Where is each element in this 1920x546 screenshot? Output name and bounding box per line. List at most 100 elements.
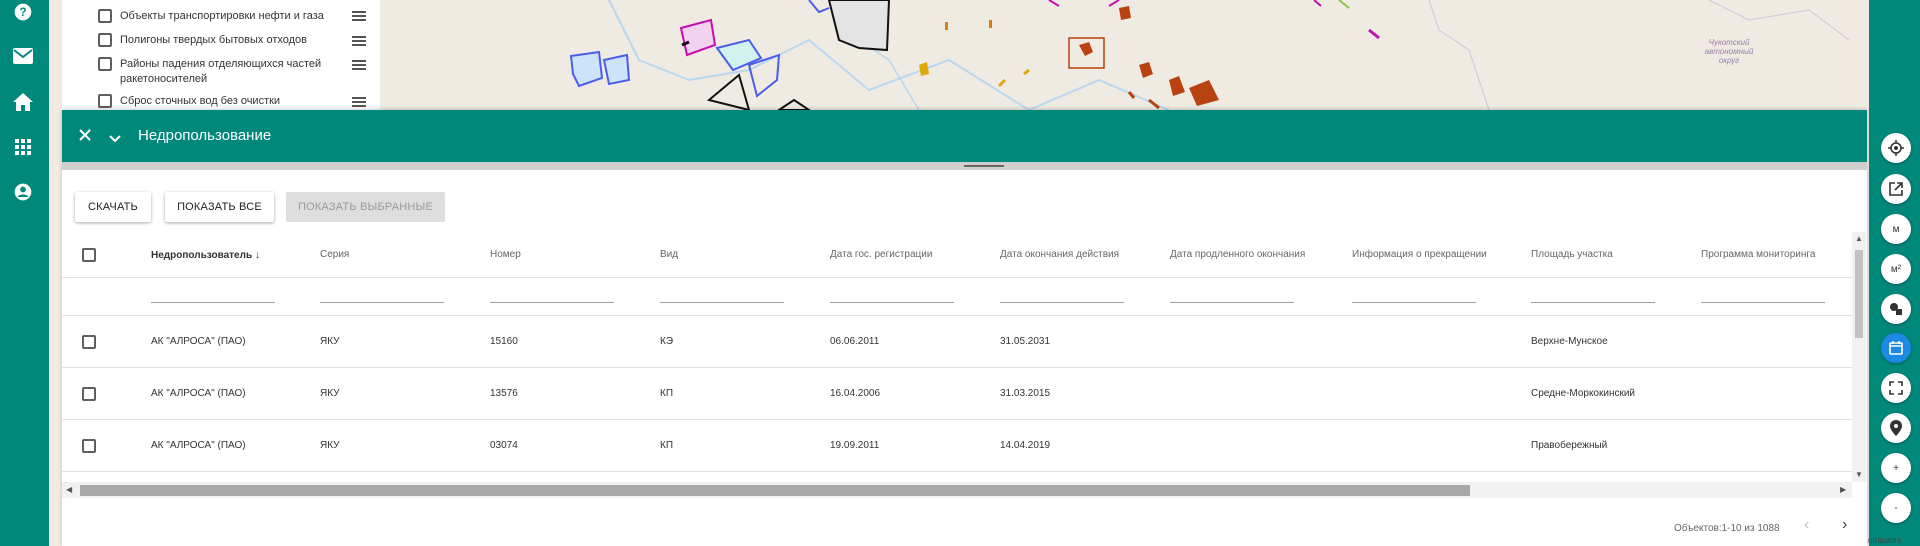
table-row[interactable]: АК "АЛРОСА" (ПАО) ЯКУ 13576 КП 16.04.200…	[62, 368, 1852, 420]
cell-type: КЭ	[660, 336, 674, 347]
cell-subsoil-user: АК "АЛРОСА" (ПАО)	[151, 388, 246, 399]
cell-series: ЯКУ	[320, 440, 340, 451]
cell-subsoil-user: АК "АЛРОСА" (ПАО)	[151, 336, 246, 347]
location-pin-icon[interactable]	[1881, 413, 1911, 443]
mail-icon[interactable]	[11, 44, 35, 68]
table-row[interactable]: АК "АЛРОСА" (ПАО) ЯКУ 03074 КП 19.09.201…	[62, 420, 1852, 472]
calendar-icon[interactable]	[1881, 333, 1911, 363]
horizontal-scrollbar[interactable]: ◀ ▶	[62, 482, 1852, 498]
shapes-icon[interactable]	[1881, 294, 1911, 324]
cell-registration-date: 06.06.2011	[830, 336, 880, 347]
cell-number: 13576	[490, 388, 518, 399]
column-header-termination-info[interactable]: Информация о прекращении	[1352, 249, 1487, 260]
next-page-button[interactable]: ›	[1842, 516, 1847, 534]
layer-item[interactable]: Районы падения отделяющихся частей ракет…	[98, 57, 340, 87]
distance-label: м	[1892, 223, 1900, 235]
cell-series: ЯКУ	[320, 388, 340, 399]
measure-area-button[interactable]: м²	[1881, 254, 1911, 284]
filter-input[interactable]	[1701, 302, 1825, 303]
area-label: м²	[1890, 263, 1902, 275]
open-external-icon[interactable]	[1881, 174, 1911, 204]
filter-input[interactable]	[320, 302, 444, 303]
table-row[interactable]: АК "АЛРОСА" (ПАО) ЯКУ 15160 КЭ 06.06.201…	[62, 316, 1852, 368]
layer-checkbox[interactable]	[98, 33, 112, 47]
svg-text:?: ?	[19, 6, 26, 19]
home-icon[interactable]	[11, 90, 35, 114]
filter-input[interactable]	[490, 302, 614, 303]
zoom-in-button[interactable]: +	[1881, 453, 1911, 483]
column-header-end-date[interactable]: Дата окончания действия	[1000, 249, 1119, 260]
help-icon[interactable]: ?	[11, 0, 35, 24]
layer-checkbox[interactable]	[98, 9, 112, 23]
show-selected-button: ПОКАЗАТЬ ВЫБРАННЫЕ	[286, 192, 445, 222]
filter-input[interactable]	[1170, 302, 1294, 303]
measure-distance-button[interactable]: м	[1881, 214, 1911, 244]
cell-registration-date: 19.09.2011	[830, 440, 880, 451]
column-header-label: Недропользователь	[151, 250, 253, 261]
close-icon[interactable]	[78, 128, 94, 144]
column-header-type[interactable]: Вид	[660, 249, 678, 260]
pagination-info: Объектов:1-10 из 1088	[1674, 523, 1780, 534]
layer-label: Объекты транспортировки нефти и газа	[120, 10, 324, 22]
drag-handle-icon[interactable]	[352, 60, 366, 70]
layer-item[interactable]: Объекты транспортировки нефти и газа	[98, 9, 340, 24]
chevron-down-icon[interactable]	[109, 130, 123, 143]
cell-end-date: 31.03.2015	[1000, 388, 1051, 399]
layer-label: Районы падения отделяющихся частей ракет…	[120, 58, 322, 85]
cell-type: КП	[660, 440, 674, 451]
layer-label: Сброс сточных вод без очистки	[120, 95, 281, 107]
filter-row	[62, 278, 1852, 316]
layer-checkbox[interactable]	[98, 94, 112, 108]
drag-handle-icon[interactable]	[352, 36, 366, 46]
apps-grid-icon[interactable]	[11, 135, 35, 159]
cell-end-date: 14.04.2019	[1000, 440, 1051, 451]
horizontal-scroll-thumb[interactable]	[80, 485, 1470, 496]
layer-checkbox[interactable]	[98, 57, 112, 71]
drag-handle-icon[interactable]	[352, 11, 366, 21]
vertical-scroll-thumb[interactable]	[1855, 250, 1863, 338]
panel-resize-handle[interactable]	[62, 162, 1867, 170]
layers-panel: Объекты транспортировки нефти и газа Пол…	[62, 0, 380, 110]
sort-arrow-icon[interactable]: ↓	[255, 249, 261, 261]
column-header-monitoring-program[interactable]: Программа мониторинга	[1701, 249, 1815, 260]
vertical-scrollbar[interactable]: ▲ ▼	[1852, 232, 1866, 482]
data-table: Недропользователь ↓ Серия Номер Вид Дата…	[62, 232, 1852, 482]
column-header-area[interactable]: Площадь участка	[1531, 249, 1613, 260]
drag-handle-icon[interactable]	[352, 97, 366, 107]
show-all-button[interactable]: ПОКАЗАТЬ ВСЕ	[165, 192, 274, 222]
row-checkbox[interactable]	[82, 387, 96, 401]
geolocate-icon[interactable]	[1881, 133, 1911, 163]
zoom-in-label: +	[1893, 462, 1899, 474]
layer-item[interactable]: Сброс сточных вод без очистки	[98, 94, 340, 109]
layer-item[interactable]: Полигоны твердых бытовых отходов	[98, 33, 340, 48]
filter-input[interactable]	[1000, 302, 1124, 303]
left-nav-rail: ?	[0, 0, 49, 546]
scroll-left-icon[interactable]: ◀	[66, 485, 72, 494]
cell-number: 15160	[490, 336, 518, 347]
column-header-subsoil-user[interactable]: Недропользователь ↓	[151, 249, 260, 261]
scroll-down-icon[interactable]: ▼	[1855, 470, 1863, 479]
filter-input[interactable]	[151, 302, 275, 303]
filter-input[interactable]	[1531, 302, 1655, 303]
column-header-registration-date[interactable]: Дата гос. регистрации	[830, 249, 932, 260]
cell-area: Верхне-Мунское	[1531, 336, 1608, 347]
column-header-extended-end-date[interactable]: Дата продленного окончания	[1170, 249, 1305, 260]
select-all-checkbox[interactable]	[82, 248, 96, 262]
fullscreen-icon[interactable]	[1881, 373, 1911, 403]
panel-header: Недропользование	[62, 110, 1867, 162]
table-header: Недропользователь ↓ Серия Номер Вид Дата…	[62, 232, 1852, 278]
download-button[interactable]: СКАЧАТЬ	[75, 192, 151, 222]
map-attribution[interactable]: ntributors	[1868, 536, 1901, 545]
filter-input[interactable]	[660, 302, 784, 303]
filter-input[interactable]	[1352, 302, 1476, 303]
row-checkbox[interactable]	[82, 439, 96, 453]
panel-title: Недропользование	[138, 127, 272, 144]
scroll-up-icon[interactable]: ▲	[1855, 234, 1863, 243]
filter-input[interactable]	[830, 302, 954, 303]
column-header-number[interactable]: Номер	[490, 249, 521, 260]
zoom-out-button[interactable]: -	[1881, 493, 1911, 523]
scroll-right-icon[interactable]: ▶	[1840, 485, 1846, 494]
column-header-series[interactable]: Серия	[320, 249, 349, 260]
account-icon[interactable]	[11, 180, 35, 204]
row-checkbox[interactable]	[82, 335, 96, 349]
